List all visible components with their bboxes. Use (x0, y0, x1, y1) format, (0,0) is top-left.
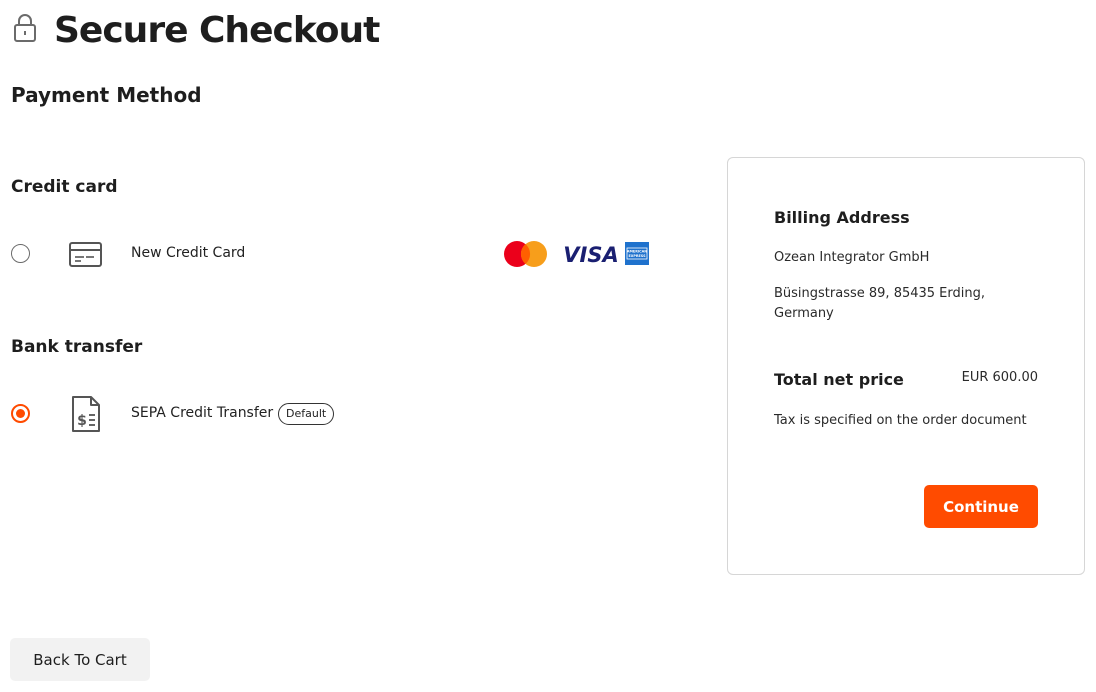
page-title: Secure Checkout (54, 10, 380, 51)
order-summary-panel: Billing Address Ozean Integrator GmbH Bü… (727, 157, 1085, 575)
credit-card-label: New Credit Card (131, 245, 246, 261)
visa-logo: VISA (563, 243, 618, 265)
credit-card-icon (69, 242, 102, 267)
svg-text:AMERICAN: AMERICAN (627, 250, 647, 254)
invoice-document-icon: $ (72, 396, 100, 432)
payment-option-credit-card[interactable]: New Credit Card VISA AMERICAN EXPRESS (11, 234, 661, 274)
checkout-header (12, 12, 38, 44)
billing-address: Büsingstrasse 89, 85435 Erding, Germany (774, 286, 986, 321)
amex-logo: AMERICAN EXPRESS (625, 242, 649, 265)
tax-note: Tax is specified on the order document (774, 413, 1027, 428)
svg-text:$: $ (77, 413, 87, 429)
billing-address-heading: Billing Address (774, 208, 910, 227)
bank-transfer-heading: Bank transfer (11, 337, 143, 357)
svg-text:EXPRESS: EXPRESS (628, 254, 646, 258)
default-badge: Default (278, 403, 335, 425)
credit-card-radio[interactable] (11, 244, 30, 263)
back-to-cart-button[interactable]: Back To Cart (10, 638, 150, 681)
total-net-price-label: Total net price (774, 370, 904, 389)
sepa-radio[interactable] (11, 404, 30, 423)
billing-company: Ozean Integrator GmbH (774, 250, 930, 265)
lock-icon (14, 14, 36, 42)
svg-text:VISA: VISA (563, 243, 618, 265)
mastercard-logo (504, 241, 547, 267)
credit-card-heading: Credit card (11, 177, 118, 197)
payment-option-sepa[interactable]: $ SEPA Credit Transfer Default (11, 394, 661, 434)
continue-button[interactable]: Continue (924, 485, 1038, 528)
sepa-label: SEPA Credit Transfer (131, 405, 274, 421)
total-net-price-value: EUR 600.00 (961, 370, 1038, 385)
payment-method-heading: Payment Method (11, 83, 202, 107)
